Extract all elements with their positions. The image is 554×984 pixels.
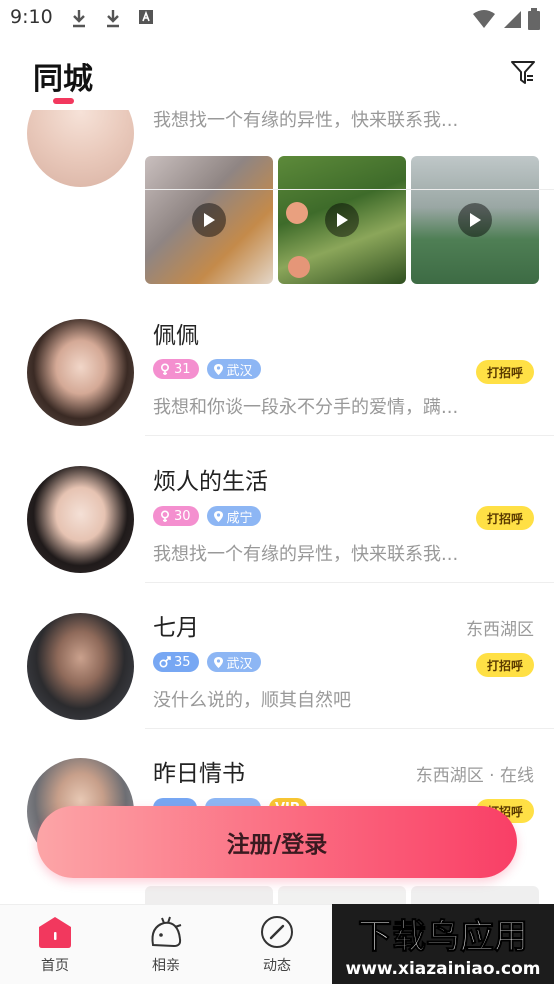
male-icon bbox=[159, 656, 171, 668]
user-name: 昨日情书 bbox=[153, 761, 245, 787]
age-value: 30 bbox=[174, 508, 191, 524]
location-pin-icon bbox=[213, 510, 223, 522]
play-icon bbox=[192, 203, 226, 237]
nav-item-dating[interactable]: 相亲 bbox=[131, 915, 201, 975]
page-header: 同城 bbox=[0, 40, 554, 110]
user-bio: 我想找一个有缘的异性，快来联系我... bbox=[153, 544, 459, 565]
video-thumbnail[interactable] bbox=[411, 156, 539, 284]
user-card[interactable]: 七月 东西湖区 35 武汉 打招呼 没什么说的，顺其自然吧 bbox=[0, 582, 554, 729]
watermark-logo-text: 下载鸟应用 bbox=[358, 917, 528, 957]
title-indicator bbox=[53, 98, 74, 104]
female-icon bbox=[160, 510, 170, 522]
signal-icon bbox=[504, 11, 521, 28]
page-title: 同城 bbox=[33, 62, 93, 97]
user-card[interactable]: 我想找一个有缘的异性，快来联系我... bbox=[0, 110, 554, 290]
video-thumbnail[interactable] bbox=[411, 886, 539, 904]
app-screen: 9:10 同城 我想找一个有缘的异性，快来联系我... 佩佩 31 武汉 打招呼… bbox=[0, 0, 554, 984]
filter-button[interactable] bbox=[508, 58, 538, 88]
location-pin-icon bbox=[213, 363, 223, 375]
age-value: 35 bbox=[174, 654, 191, 670]
female-icon bbox=[160, 363, 170, 375]
video-thumbnail[interactable] bbox=[145, 886, 273, 904]
greet-button[interactable]: 打招呼 bbox=[476, 360, 534, 384]
user-tags: 31 武汉 bbox=[153, 359, 261, 379]
city-tag: 武汉 bbox=[206, 652, 261, 672]
greet-button[interactable]: 打招呼 bbox=[476, 653, 534, 677]
age-value: 31 bbox=[174, 361, 191, 377]
city-value: 武汉 bbox=[226, 656, 253, 672]
register-login-button[interactable]: 注册/登录 bbox=[37, 806, 517, 878]
user-bio: 我想找一个有缘的异性，快来联系我... bbox=[153, 110, 459, 131]
user-name: 佩佩 bbox=[153, 323, 199, 349]
city-value: 咸宁 bbox=[226, 510, 253, 526]
avatar[interactable] bbox=[27, 319, 134, 426]
user-feed[interactable]: 我想找一个有缘的异性，快来联系我... 佩佩 31 武汉 打招呼 我想和你谈一段… bbox=[0, 110, 554, 904]
city-tag: 武汉 bbox=[206, 359, 261, 379]
user-location: 东西湖区 · 在线 bbox=[415, 766, 534, 786]
dating-icon bbox=[151, 916, 182, 948]
watermark: 下载鸟应用 www.xiazainiao.com bbox=[332, 904, 554, 984]
age-tag: 31 bbox=[153, 359, 199, 379]
nav-label: 首页 bbox=[41, 958, 69, 974]
location-pin-icon bbox=[213, 656, 223, 668]
font-icon bbox=[139, 10, 153, 24]
battery-icon bbox=[528, 8, 540, 30]
divider bbox=[145, 189, 554, 190]
nav-label: 相亲 bbox=[152, 958, 180, 974]
avatar[interactable] bbox=[27, 466, 134, 573]
user-tags: 35 武汉 bbox=[153, 652, 261, 672]
user-location: 东西湖区 bbox=[466, 620, 534, 640]
nav-item-home[interactable]: 首页 bbox=[20, 915, 90, 975]
user-name: 七月 bbox=[153, 615, 199, 641]
home-icon bbox=[39, 917, 71, 948]
play-icon bbox=[325, 203, 359, 237]
download-icon bbox=[107, 10, 119, 28]
age-tag: 30 bbox=[153, 506, 199, 526]
avatar[interactable] bbox=[27, 613, 134, 720]
play-icon bbox=[458, 203, 492, 237]
avatar[interactable] bbox=[27, 110, 134, 187]
status-bar: 9:10 bbox=[0, 0, 554, 40]
watermark-url-text: www.xiazainiao.com bbox=[346, 959, 541, 979]
filter-icon bbox=[511, 61, 535, 84]
user-card[interactable]: 烦人的生活 30 咸宁 打招呼 我想找一个有缘的异性，快来联系我... bbox=[0, 436, 554, 583]
nav-label: 动态 bbox=[263, 958, 291, 974]
city-tag: 咸宁 bbox=[206, 506, 261, 526]
greet-button[interactable]: 打招呼 bbox=[476, 506, 534, 530]
nav-item-moments[interactable]: 动态 bbox=[242, 915, 312, 975]
moments-icon bbox=[261, 916, 293, 948]
age-tag: 35 bbox=[153, 652, 199, 672]
video-thumbnail[interactable] bbox=[278, 156, 406, 284]
user-card[interactable]: 佩佩 31 武汉 打招呼 我想和你谈一段永不分手的爱情，蹒... bbox=[0, 290, 554, 436]
user-bio: 我想和你谈一段永不分手的爱情，蹒... bbox=[153, 397, 459, 418]
status-time: 9:10 bbox=[10, 6, 53, 28]
city-value: 武汉 bbox=[226, 363, 253, 379]
wifi-icon bbox=[473, 10, 495, 28]
download-icon bbox=[73, 10, 85, 28]
user-tags: 30 咸宁 bbox=[153, 506, 261, 526]
user-name: 烦人的生活 bbox=[153, 469, 268, 495]
video-thumbnail[interactable] bbox=[278, 886, 406, 904]
video-thumbnail[interactable] bbox=[145, 156, 273, 284]
user-bio: 没什么说的，顺其自然吧 bbox=[153, 690, 351, 711]
